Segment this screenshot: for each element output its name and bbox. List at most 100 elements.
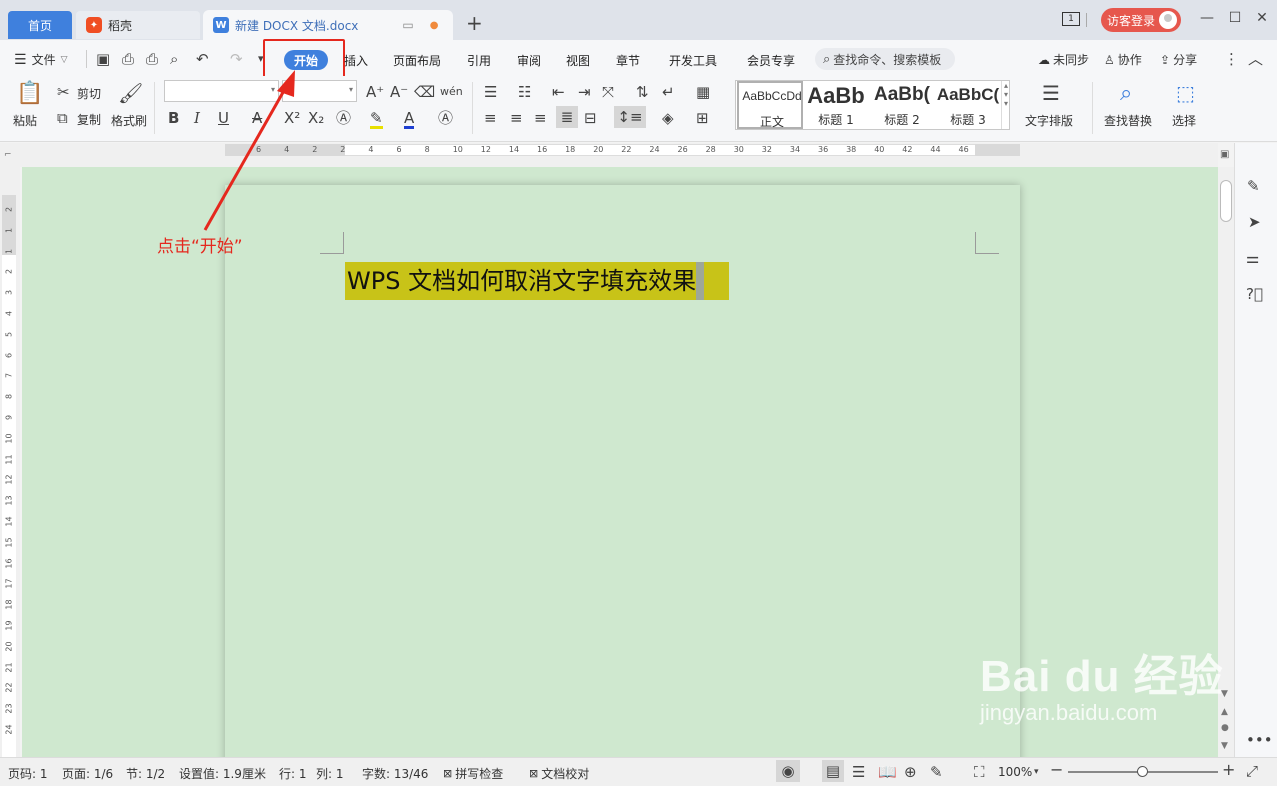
tab-shell[interactable]: ✦ 稻壳 [76,11,200,39]
tab-stop-icon[interactable]: ⌐ [4,150,12,160]
text-effect-icon[interactable]: Ⓐ [336,110,351,126]
next-page-icon[interactable]: ▼ [1221,738,1228,754]
more-icon[interactable]: ⋮ [1224,51,1239,67]
paste-button[interactable]: 粘贴 [13,112,37,129]
minimize-icon[interactable]: — [1197,10,1217,26]
collapse-ribbon-icon[interactable]: ︿ [1248,51,1263,67]
sort-icon[interactable]: ⇅ [636,84,649,100]
format-painter-button[interactable]: 格式刷 [111,112,147,129]
maximize-icon[interactable]: ☐ [1225,10,1245,26]
pen-icon[interactable]: ✎ [1247,178,1260,194]
status-section[interactable]: 节: 1/2 [126,765,165,782]
zoom-level[interactable]: 100% [998,765,1032,779]
char-border-icon[interactable]: Ⓐ [438,110,453,126]
distribute-icon[interactable]: ⊟ [584,110,597,126]
tab-chapter[interactable]: 章节 [616,52,640,69]
cursor-icon[interactable]: ➤ [1248,214,1261,230]
phonetic-icon[interactable]: wén [440,84,463,100]
print-preview-icon[interactable]: ⌕ [170,51,178,67]
zoom-out-icon[interactable]: − [1050,762,1063,778]
text-layout-button[interactable]: 文字排版 [1025,112,1073,129]
tab-reference[interactable]: 引用 [467,52,491,69]
scissors-icon[interactable]: ✂ [57,84,70,100]
status-word-count[interactable]: 字数: 13/46 [362,765,428,782]
write-mode-icon[interactable]: ✎ [930,764,943,780]
sliders-icon[interactable]: ⚌ [1246,250,1259,266]
sync-status[interactable]: ☁ 未同步 [1038,51,1089,68]
export-pdf-icon[interactable]: ⎙ [122,51,134,67]
style-heading1[interactable]: AaBb 标题 1 [803,81,869,129]
tab-member[interactable]: 会员专享 [747,52,795,69]
share-button[interactable]: ⇪ 分享 [1160,51,1197,68]
font-color-icon[interactable]: A [404,110,415,129]
clear-format-icon[interactable]: ⌫ [414,84,435,100]
split-view-icon[interactable]: ▣ [1220,147,1229,163]
chinese-layout-icon[interactable]: ⤧ [602,84,614,100]
more-horizontal-icon[interactable]: ••• [1246,732,1273,748]
collaborate-button[interactable]: ♙ 协作 [1104,51,1142,68]
outline-view-icon[interactable]: ☰ [852,764,865,780]
command-search[interactable]: ⌕ 查找命令、搜索模板 [815,48,955,70]
document-text-line[interactable]: WPS 文档如何取消文字填充效果 [345,262,729,300]
clipboard-icon[interactable]: 📋 [16,82,43,106]
cut-button[interactable]: 剪切 [77,85,101,102]
bold-icon[interactable]: B [168,110,179,126]
zoom-slider-thumb[interactable] [1137,766,1148,777]
web-view-icon[interactable]: ⊕ [904,764,917,780]
grow-font-icon[interactable]: A⁺ [366,84,384,100]
copy-icon[interactable]: ⧉ [57,110,68,126]
text-layout-icon[interactable]: ☰ [1042,82,1060,104]
format-painter-icon[interactable]: 🖌 [118,82,143,104]
file-menu[interactable]: ☰ 文件 ▽ [14,51,68,68]
proofread-button[interactable]: ⊠ 文档校对 [529,765,589,782]
style-heading3[interactable]: AaBbC( 标题 3 [935,81,1001,129]
tab-review[interactable]: 审阅 [517,52,541,69]
status-setting[interactable]: 设置值: 1.9厘米 [179,765,266,782]
style-normal[interactable]: AaBbCcDd 正文 [737,81,803,129]
borders-icon[interactable]: ⊞ [696,110,709,126]
tab-page-layout[interactable]: 页面布局 [393,52,441,69]
monitor-icon[interactable]: ▭ [402,18,413,32]
find-replace-icon[interactable]: ⌕ [1120,82,1132,106]
tab-insert[interactable]: 插入 [344,52,368,69]
tab-document[interactable]: W 新建 DOCX 文档.docx ▭ ● [203,10,453,40]
save-icon[interactable]: ▣ [96,51,110,67]
style-heading2[interactable]: AaBb( 标题 2 [869,81,935,129]
shrink-font-icon[interactable]: A⁻ [390,84,408,100]
print-icon[interactable]: ⎙ [146,51,158,67]
table-grid-icon[interactable]: ▦ [696,84,710,100]
style-gallery-scroll[interactable]: ▴ ▾ ▾ [1001,81,1010,129]
guest-login-button[interactable]: 访客登录 [1101,8,1181,32]
status-page-number[interactable]: 页码: 1 [8,765,48,782]
select-icon[interactable]: ⬚ [1176,82,1195,104]
tab-home[interactable]: 首页 [8,11,72,39]
align-center-icon[interactable]: ≡ [510,110,523,126]
close-icon[interactable]: ✕ [1252,10,1272,26]
vertical-scrollbar-thumb[interactable] [1220,180,1232,222]
spell-check-button[interactable]: ⊠ 拼写检查 [443,765,503,782]
fullscreen-icon[interactable]: ⤢ [1246,763,1258,779]
page-view-icon[interactable]: ▤ [822,760,844,782]
fit-page-icon[interactable]: ⛶ [974,764,985,780]
align-right-icon[interactable]: ≡ [534,110,547,126]
help-icon[interactable]: ?⃝ [1246,286,1263,302]
tab-view[interactable]: 视图 [566,52,590,69]
find-replace-button[interactable]: 查找替换 [1104,112,1152,129]
highlight-icon[interactable]: ✎ [370,110,383,129]
zoom-in-icon[interactable]: + [1222,762,1235,778]
shading-icon[interactable]: ◈ [662,110,674,126]
reading-view-icon[interactable]: 📖 [878,764,897,780]
status-pages[interactable]: 页面: 1/6 [62,765,113,782]
subscript-icon[interactable]: X₂ [308,110,324,126]
tab-dev-tools[interactable]: 开发工具 [669,52,717,69]
justify-icon[interactable]: ≣ [556,106,578,128]
line-spacing-icon[interactable]: ↕≡ [614,106,646,128]
zoom-dropdown-icon[interactable]: ▾ [1034,764,1039,780]
increase-indent-icon[interactable]: ⇥ [578,84,591,100]
decrease-indent-icon[interactable]: ⇤ [552,84,565,100]
eye-protection-icon[interactable]: ◉ [776,760,800,782]
align-left-icon[interactable]: ≡ [484,110,497,126]
select-button[interactable]: 选择 [1172,112,1196,129]
bullet-list-icon[interactable]: ☰ [484,84,497,100]
numbered-list-icon[interactable]: ☷ [518,84,531,100]
